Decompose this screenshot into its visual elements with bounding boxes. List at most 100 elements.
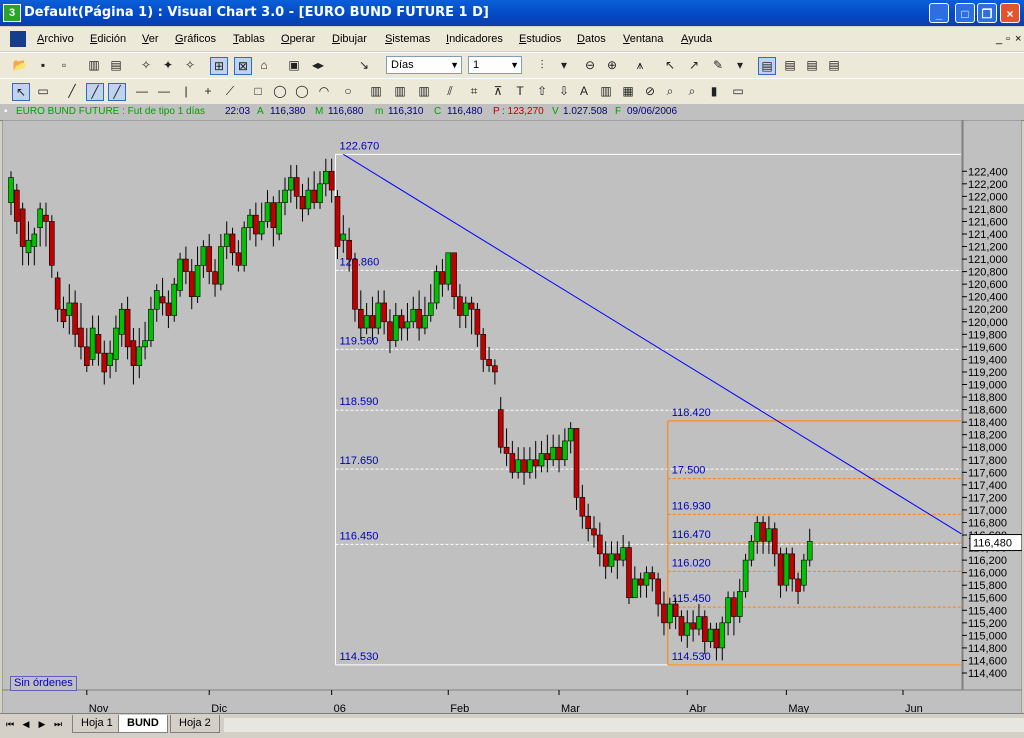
app-icon: 3 — [3, 4, 21, 22]
tab-hoja-1[interactable]: Hoja 1 — [72, 715, 122, 733]
arc-icon[interactable]: ◠ — [316, 83, 332, 99]
ray-icon[interactable]: ⟋ — [222, 83, 238, 99]
arrow-down-icon[interactable]: ⇩ — [556, 83, 572, 99]
price-chart[interactable]: 122,400 122,200 122,000 121,800 121,600 121,4… — [1, 119, 1023, 717]
menu-graficos[interactable]: Gráficos — [175, 33, 216, 45]
mdi-restore-button[interactable]: ▫ — [1006, 33, 1010, 45]
next-sheet-icon[interactable]: ▶ — [36, 718, 48, 731]
font-icon[interactable]: A — [576, 83, 592, 99]
bar-chart-icon[interactable]: ▥ — [86, 57, 102, 73]
candle-body — [293, 177, 300, 197]
cursor-icon[interactable]: ↘ — [356, 57, 372, 73]
indicator-3-icon[interactable]: ✧ — [182, 57, 198, 73]
tab-hoja-2[interactable]: Hoja 2 — [170, 715, 220, 733]
window-title-bar[interactable]: 3 Default(Página 1) : Visual Chart 3.0 -… — [0, 0, 1024, 26]
menu-edicion[interactable]: Edición — [90, 33, 126, 45]
zoom-in-icon[interactable]: ⊕ — [604, 57, 620, 73]
fibonacci-icon[interactable]: ▥ — [368, 83, 384, 99]
channel-icon[interactable]: ⫽ — [442, 83, 458, 99]
circle-icon[interactable]: ○ — [340, 83, 356, 99]
maximize-button[interactable]: □ — [955, 3, 975, 23]
chart-style-icon[interactable]: ⫶ — [534, 57, 550, 73]
window-3-icon[interactable]: ▤ — [804, 57, 820, 73]
open-icon[interactable]: 📂 — [12, 57, 28, 73]
last-sheet-icon[interactable]: ⏭ — [52, 718, 64, 731]
minimize-button[interactable]: _ — [929, 3, 949, 23]
restore-button[interactable]: ❐ — [977, 3, 997, 23]
menu-archivo[interactable]: Archivo — [37, 33, 74, 45]
indicator-2-icon[interactable]: ✦ — [160, 57, 176, 73]
pointer-icon[interactable]: ↖ — [662, 57, 678, 73]
interval-select[interactable]: 1 ▼ — [468, 56, 522, 74]
period-select[interactable]: Días ▼ — [386, 56, 462, 74]
save-icon[interactable]: ▪ — [35, 57, 51, 73]
gann-icon[interactable]: ⌗ — [466, 83, 482, 99]
pen-icon[interactable]: ✎ — [710, 57, 726, 73]
delete-drawing-icon[interactable]: ⊘ — [642, 83, 658, 99]
quote-time: 22:03 — [225, 106, 251, 117]
ellipse-icon[interactable]: ◯ — [272, 83, 288, 99]
line-icon[interactable]: ╱ — [64, 83, 80, 99]
stats-icon[interactable]: ▥ — [598, 83, 614, 99]
calendar-icon[interactable]: ▦ — [620, 83, 636, 99]
menu-estudios[interactable]: Estudios — [519, 33, 561, 45]
indicator-icon[interactable]: ✧ — [138, 57, 154, 73]
horizontal-scrollbar[interactable] — [224, 718, 1024, 732]
bar-chart-2-icon[interactable]: ▤ — [108, 57, 124, 73]
chevron-down-icon[interactable]: ▾ — [556, 57, 572, 73]
candlestick-chart[interactable]: 122,400122,200122,000121,800121,600121,4… — [1, 119, 1023, 717]
speed-icon[interactable]: ⊼ — [490, 83, 506, 99]
magnifier-icon[interactable]: ⌕ — [662, 83, 678, 99]
scroll-left-right-icon[interactable]: ◂▸ — [310, 57, 326, 73]
group-icon[interactable]: ⊞ — [210, 57, 228, 75]
window-1-icon[interactable]: ▤ — [758, 57, 776, 75]
prev-sheet-icon[interactable]: ◀ — [20, 718, 32, 731]
window-2-icon[interactable]: ▤ — [782, 57, 798, 73]
tab-bund[interactable]: BUND — [118, 715, 168, 733]
menu-indicadores[interactable]: Indicadores — [446, 33, 503, 45]
candle-body — [725, 597, 731, 624]
first-sheet-icon[interactable]: ⏮ — [4, 718, 16, 731]
trendline-icon[interactable]: ╱ — [86, 83, 104, 101]
chevron-down-icon[interactable]: ▾ — [732, 57, 748, 73]
orders-status[interactable]: Sin órdenes — [10, 676, 77, 691]
select-arrow-icon[interactable]: ↖ — [12, 83, 30, 101]
home-icon[interactable]: ⌂ — [256, 57, 272, 73]
rectangle-select-icon[interactable]: ▭ — [35, 83, 51, 99]
menu-tablas[interactable]: Tablas — [233, 33, 265, 45]
ellipse-2-icon[interactable]: ◯ — [294, 83, 310, 99]
magnifier-2-icon[interactable]: ⌕ — [684, 83, 700, 99]
zoom-out-icon[interactable]: ⊖ — [582, 57, 598, 73]
properties-icon[interactable]: ▣ — [286, 57, 302, 73]
mdi-close-button[interactable]: × — [1015, 33, 1021, 45]
crosshair-icon[interactable]: ⩚ — [632, 57, 648, 73]
save-all-icon[interactable]: ▫ — [56, 57, 72, 73]
menu-dibujar[interactable]: Dibujar — [332, 33, 367, 45]
horizontal-line-icon[interactable]: — — [134, 83, 150, 99]
fibonacci-2-icon[interactable]: ▥ — [392, 83, 408, 99]
window-4-icon[interactable]: ▤ — [826, 57, 842, 73]
ticket-icon[interactable]: ▭ — [730, 83, 746, 99]
square-icon[interactable]: □ — [250, 83, 266, 99]
close-button[interactable]: × — [1000, 3, 1020, 23]
crosshair-line-icon[interactable]: + — [200, 83, 216, 99]
horizontal-line-2-icon[interactable]: — — [156, 83, 172, 99]
menu-datos[interactable]: Datos — [577, 33, 606, 45]
candle-body — [731, 597, 737, 617]
note-icon[interactable]: ▮ — [706, 83, 722, 99]
menu-operar[interactable]: Operar — [281, 33, 315, 45]
link-icon[interactable]: ⊠ — [234, 57, 252, 75]
vertical-line-icon[interactable]: | — [178, 83, 194, 99]
candle-body — [107, 352, 113, 366]
menu-ayuda[interactable]: Ayuda — [681, 33, 712, 45]
mdi-minimize-button[interactable]: _ — [996, 33, 1002, 45]
menu-ventana[interactable]: Ventana — [623, 33, 663, 45]
text-icon[interactable]: T — [512, 83, 528, 99]
menu-ver[interactable]: Ver — [142, 33, 159, 45]
candle-body — [200, 246, 207, 266]
pointer-2-icon[interactable]: ↗ — [686, 57, 702, 73]
menu-sistemas[interactable]: Sistemas — [385, 33, 430, 45]
arrow-up-icon[interactable]: ⇧ — [534, 83, 550, 99]
trendline-2-icon[interactable]: ╱ — [108, 83, 126, 101]
fibonacci-3-icon[interactable]: ▥ — [416, 83, 432, 99]
